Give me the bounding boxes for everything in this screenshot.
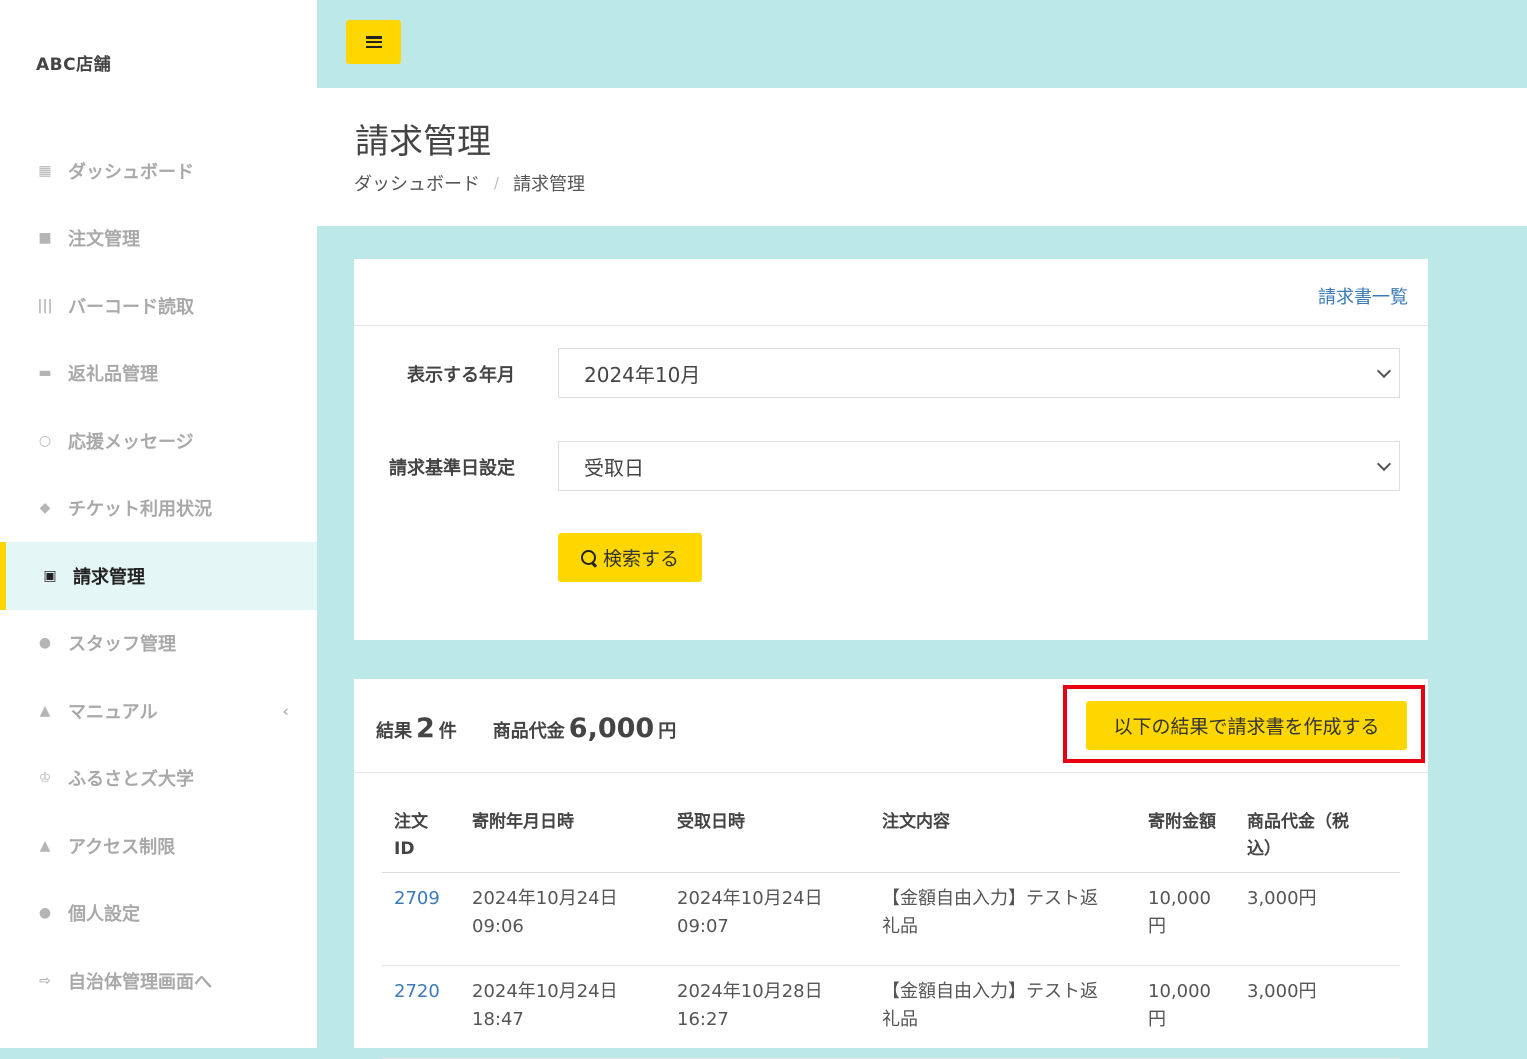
sign-out-icon: ⇨ bbox=[39, 972, 51, 989]
sidebar-item-barcode[interactable]: ||| バーコード読取 bbox=[0, 272, 317, 340]
search-button-label: 検索する bbox=[602, 548, 679, 570]
invoice-list-link[interactable]: 請求書一覧 bbox=[1318, 283, 1408, 309]
col-order-id: 注文 ID bbox=[394, 812, 428, 859]
col-received-at: 受取日時 bbox=[677, 812, 745, 832]
chevron-down-icon bbox=[1376, 456, 1392, 472]
barcode-icon: ||| bbox=[37, 297, 53, 314]
product-price: 3,000円 bbox=[1247, 981, 1317, 1002]
result-amount: 6,000 bbox=[568, 713, 655, 744]
search-icon bbox=[580, 549, 597, 566]
chevron-down-icon bbox=[1376, 363, 1392, 379]
filter-card-header: 請求書一覧 bbox=[354, 259, 1428, 326]
breadcrumb: ダッシュボード / 請求管理 bbox=[354, 170, 585, 196]
table-header: 注文 ID 寄附年月日時 受取日時 注文内容 寄附金額 商品代金（税 込） bbox=[382, 797, 1400, 873]
sidebar-item-university[interactable]: ♔ ふるさとズ大学 bbox=[0, 745, 317, 813]
sidebar-item-tickets[interactable]: ◆ チケット利用状況 bbox=[0, 475, 317, 543]
results-table: 注文 ID 寄附年月日時 受取日時 注文内容 寄附金額 商品代金（税 込） 2709… bbox=[382, 797, 1400, 1059]
sidebar-item-billing[interactable]: ▣ 請求管理 bbox=[0, 542, 317, 610]
results-header: 結果 2 件 商品代金 6,000 円 以下の結果で請求書を作成する bbox=[354, 679, 1428, 773]
result-count: 2 bbox=[416, 713, 435, 744]
basis-select[interactable]: 受取日 bbox=[558, 441, 1400, 491]
month-label: 表示する年月 bbox=[407, 365, 515, 386]
sidebar-item-label: アクセス制限 bbox=[68, 836, 176, 858]
menu-toggle-button[interactable] bbox=[346, 20, 401, 64]
sidebar-item-staff[interactable]: ● スタッフ管理 bbox=[0, 610, 317, 678]
result-amount-unit: 円 bbox=[658, 721, 677, 742]
shopping-bag-icon: ■ bbox=[38, 230, 52, 247]
filter-card: 請求書一覧 表示する年月 2024年10月 請求基準日設定 受取日 検索する bbox=[354, 259, 1428, 640]
ticket-icon: ◆ bbox=[39, 500, 51, 517]
sidebar-item-label: 個人設定 bbox=[68, 904, 140, 926]
col-donated-at: 寄附年月日時 bbox=[472, 812, 574, 832]
month-select-value: 2024年10月 bbox=[584, 362, 701, 387]
sidebar-item-gifts[interactable]: ▬ 返礼品管理 bbox=[0, 340, 317, 408]
chevron-left-icon: ‹ bbox=[282, 701, 289, 721]
sidebar-item-personal[interactable]: ● 個人設定 bbox=[0, 880, 317, 948]
sidebar: ABC店舗 ▦ ダッシュボード ■ 注文管理 ||| バーコード読取 ▬ 返礼品… bbox=[0, 0, 317, 1048]
user-icon: ● bbox=[38, 905, 52, 922]
order-id-link[interactable]: 2720 bbox=[394, 978, 440, 1006]
page-header: 請求管理 ダッシュボード / 請求管理 bbox=[317, 88, 1527, 226]
speech-bubble-icon: ○ bbox=[38, 432, 52, 449]
sidebar-item-label: 注文管理 bbox=[68, 229, 140, 251]
gift-icon: ▬ bbox=[38, 365, 52, 382]
create-invoice-button[interactable]: 以下の結果で請求書を作成する bbox=[1086, 701, 1407, 750]
sidebar-item-label: ダッシュボード bbox=[68, 161, 194, 183]
dashboard-icon: ▦ bbox=[38, 162, 52, 179]
hamburger-icon bbox=[365, 36, 382, 48]
table-row: 2709 2024年10月24日 09:06 2024年10月24日 09:07 【… bbox=[382, 873, 1400, 966]
sidebar-item-dashboard[interactable]: ▦ ダッシュボード bbox=[0, 137, 317, 205]
sidebar-item-messages[interactable]: ○ 応援メッセージ bbox=[0, 407, 317, 475]
breadcrumb-dashboard[interactable]: ダッシュボード bbox=[354, 170, 480, 196]
breadcrumb-separator: / bbox=[494, 174, 500, 192]
col-content: 注文内容 bbox=[882, 812, 950, 832]
col-price: 商品代金（税 込） bbox=[1247, 812, 1349, 859]
sidebar-nav: ▦ ダッシュボード ■ 注文管理 ||| バーコード読取 ▬ 返礼品管理 ○ 応… bbox=[0, 137, 317, 1015]
col-donation: 寄附金額 bbox=[1148, 812, 1216, 832]
trophy-icon: ♔ bbox=[38, 770, 52, 787]
sidebar-item-label: ふるさとズ大学 bbox=[68, 769, 194, 791]
sidebar-item-label: チケット利用状況 bbox=[68, 499, 212, 521]
sidebar-item-label: 応援メッセージ bbox=[68, 431, 194, 453]
donated-at: 2024年10月24日 09:06 bbox=[472, 888, 618, 937]
brand-name: ABC店舗 bbox=[36, 55, 112, 75]
result-count-label: 結果 bbox=[376, 721, 412, 742]
warning-icon: ▲ bbox=[39, 837, 51, 854]
sidebar-item-label: バーコード読取 bbox=[68, 296, 194, 318]
donation-amount: 10,000 円 bbox=[1148, 888, 1211, 937]
breadcrumb-current: 請求管理 bbox=[513, 174, 586, 195]
sidebar-item-label: マニュアル bbox=[68, 701, 158, 723]
sidebar-item-label: 自治体管理画面へ bbox=[68, 971, 212, 993]
results-summary: 結果 2 件 商品代金 6,000 円 bbox=[376, 713, 676, 744]
page-title: 請求管理 bbox=[355, 122, 491, 162]
search-button[interactable]: 検索する bbox=[558, 533, 702, 582]
users-icon: ● bbox=[38, 635, 52, 652]
order-id-link[interactable]: 2709 bbox=[394, 885, 440, 913]
sidebar-item-municipality[interactable]: ⇨ 自治体管理画面へ bbox=[0, 947, 317, 1015]
graduation-cap-icon: ▲ bbox=[39, 702, 51, 719]
donation-amount: 10,000 円 bbox=[1148, 981, 1211, 1030]
sidebar-item-access[interactable]: ▲ アクセス制限 bbox=[0, 812, 317, 880]
result-amount-label: 商品代金 bbox=[492, 721, 565, 742]
basis-select-value: 受取日 bbox=[584, 455, 644, 480]
results-card: 結果 2 件 商品代金 6,000 円 以下の結果で請求書を作成する 注文 ID … bbox=[354, 679, 1428, 1059]
result-count-unit: 件 bbox=[438, 721, 457, 742]
sidebar-item-orders[interactable]: ■ 注文管理 bbox=[0, 205, 317, 273]
donated-at: 2024年10月24日 18:47 bbox=[472, 981, 618, 1030]
table-row: 2720 2024年10月24日 18:47 2024年10月28日 16:27 【… bbox=[382, 966, 1400, 1059]
product-price: 3,000円 bbox=[1247, 888, 1317, 909]
received-at: 2024年10月24日 09:07 bbox=[677, 888, 823, 937]
received-at: 2024年10月28日 16:27 bbox=[677, 981, 823, 1030]
sidebar-item-label: 返礼品管理 bbox=[68, 364, 158, 386]
month-select[interactable]: 2024年10月 bbox=[558, 348, 1400, 398]
money-icon: ▣ bbox=[43, 567, 57, 584]
basis-label: 請求基準日設定 bbox=[389, 458, 515, 479]
sidebar-item-manual[interactable]: ▲ マニュアル ‹ bbox=[0, 677, 317, 745]
order-content: 【金額自由入力】テスト返 礼品 bbox=[882, 981, 1098, 1030]
topbar bbox=[317, 0, 1527, 88]
sidebar-item-label: 請求管理 bbox=[73, 566, 145, 588]
sidebar-item-label: スタッフ管理 bbox=[68, 634, 176, 656]
order-content: 【金額自由入力】テスト返 礼品 bbox=[882, 888, 1098, 937]
